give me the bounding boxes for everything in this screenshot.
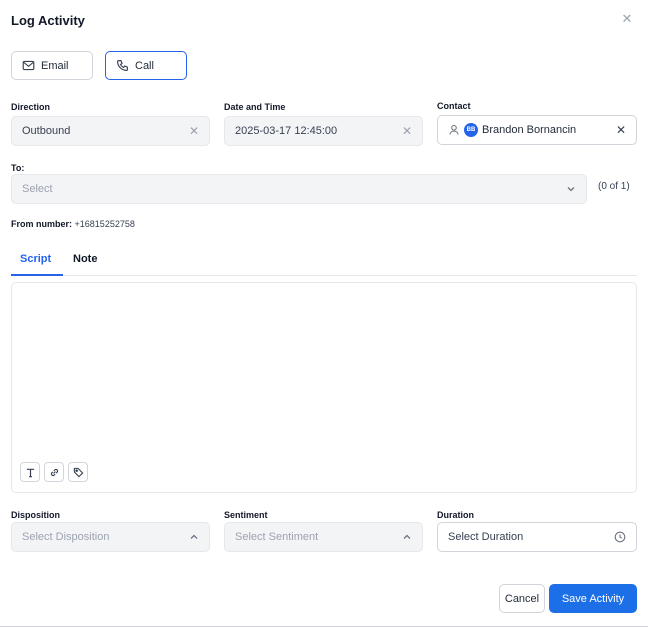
call-type-button[interactable]: Call: [105, 51, 187, 80]
chevron-down-icon: [567, 187, 575, 192]
contact-label: Contact: [437, 101, 471, 111]
disposition-select[interactable]: Select Disposition: [11, 522, 210, 552]
direction-label: Direction: [11, 102, 51, 112]
clock-icon: [614, 531, 626, 543]
log-activity-dialog: Log Activity ✕ Email Call Direction Date…: [0, 0, 648, 627]
from-number-value: +16815252758: [74, 219, 135, 229]
to-label: To:: [11, 163, 25, 173]
text-format-button[interactable]: [20, 462, 40, 482]
tag-icon: [73, 467, 83, 477]
to-select[interactable]: Select: [11, 174, 587, 204]
sentiment-placeholder: Select Sentiment: [235, 531, 319, 543]
tab-bar: Script Note: [11, 251, 637, 276]
duration-select[interactable]: Select Duration: [437, 522, 637, 552]
remove-contact-icon[interactable]: ✕: [616, 123, 626, 137]
chevron-up-icon: [190, 534, 198, 539]
save-activity-button[interactable]: Save Activity: [549, 584, 637, 613]
disposition-placeholder: Select Disposition: [22, 531, 110, 543]
tab-script[interactable]: Script: [11, 253, 63, 276]
clear-direction-icon[interactable]: ✕: [189, 124, 199, 138]
to-placeholder: Select: [22, 183, 53, 195]
disposition-label: Disposition: [11, 510, 60, 520]
direction-value: Outbound: [22, 125, 71, 137]
script-editor[interactable]: [11, 282, 637, 493]
clear-datetime-icon[interactable]: ✕: [402, 124, 412, 138]
duration-label: Duration: [437, 510, 474, 520]
to-counter: (0 of 1): [598, 181, 630, 192]
duration-placeholder: Select Duration: [448, 531, 524, 543]
contact-avatar: BB: [464, 123, 478, 137]
email-type-label: Email: [41, 59, 69, 72]
dialog-title: Log Activity: [11, 13, 85, 28]
from-number: From number: +16815252758: [11, 219, 135, 229]
link-icon: [50, 468, 58, 476]
email-type-button[interactable]: Email: [11, 51, 93, 80]
close-icon[interactable]: ✕: [620, 12, 634, 26]
phone-icon: [117, 60, 128, 71]
user-icon: [449, 124, 459, 135]
direction-select[interactable]: Outbound ✕: [11, 116, 210, 146]
sentiment-label: Sentiment: [224, 510, 268, 520]
datetime-value: 2025-03-17 12:45:00: [235, 125, 338, 137]
call-type-label: Call: [135, 59, 154, 72]
from-number-label: From number:: [11, 219, 73, 229]
chevron-up-icon: [403, 534, 411, 539]
datetime-label: Date and Time: [224, 102, 286, 112]
text-format-icon: [26, 468, 34, 477]
envelope-icon: [22, 60, 35, 71]
tab-note[interactable]: Note: [73, 253, 97, 276]
datetime-field[interactable]: 2025-03-17 12:45:00 ✕: [224, 116, 423, 146]
insert-link-button[interactable]: [44, 462, 64, 482]
cancel-button[interactable]: Cancel: [499, 584, 545, 613]
contact-name: Brandon Bornancin: [482, 124, 577, 136]
insert-tag-button[interactable]: [68, 462, 88, 482]
sentiment-select[interactable]: Select Sentiment: [224, 522, 423, 552]
contact-field[interactable]: BB Brandon Bornancin ✕: [437, 115, 637, 145]
